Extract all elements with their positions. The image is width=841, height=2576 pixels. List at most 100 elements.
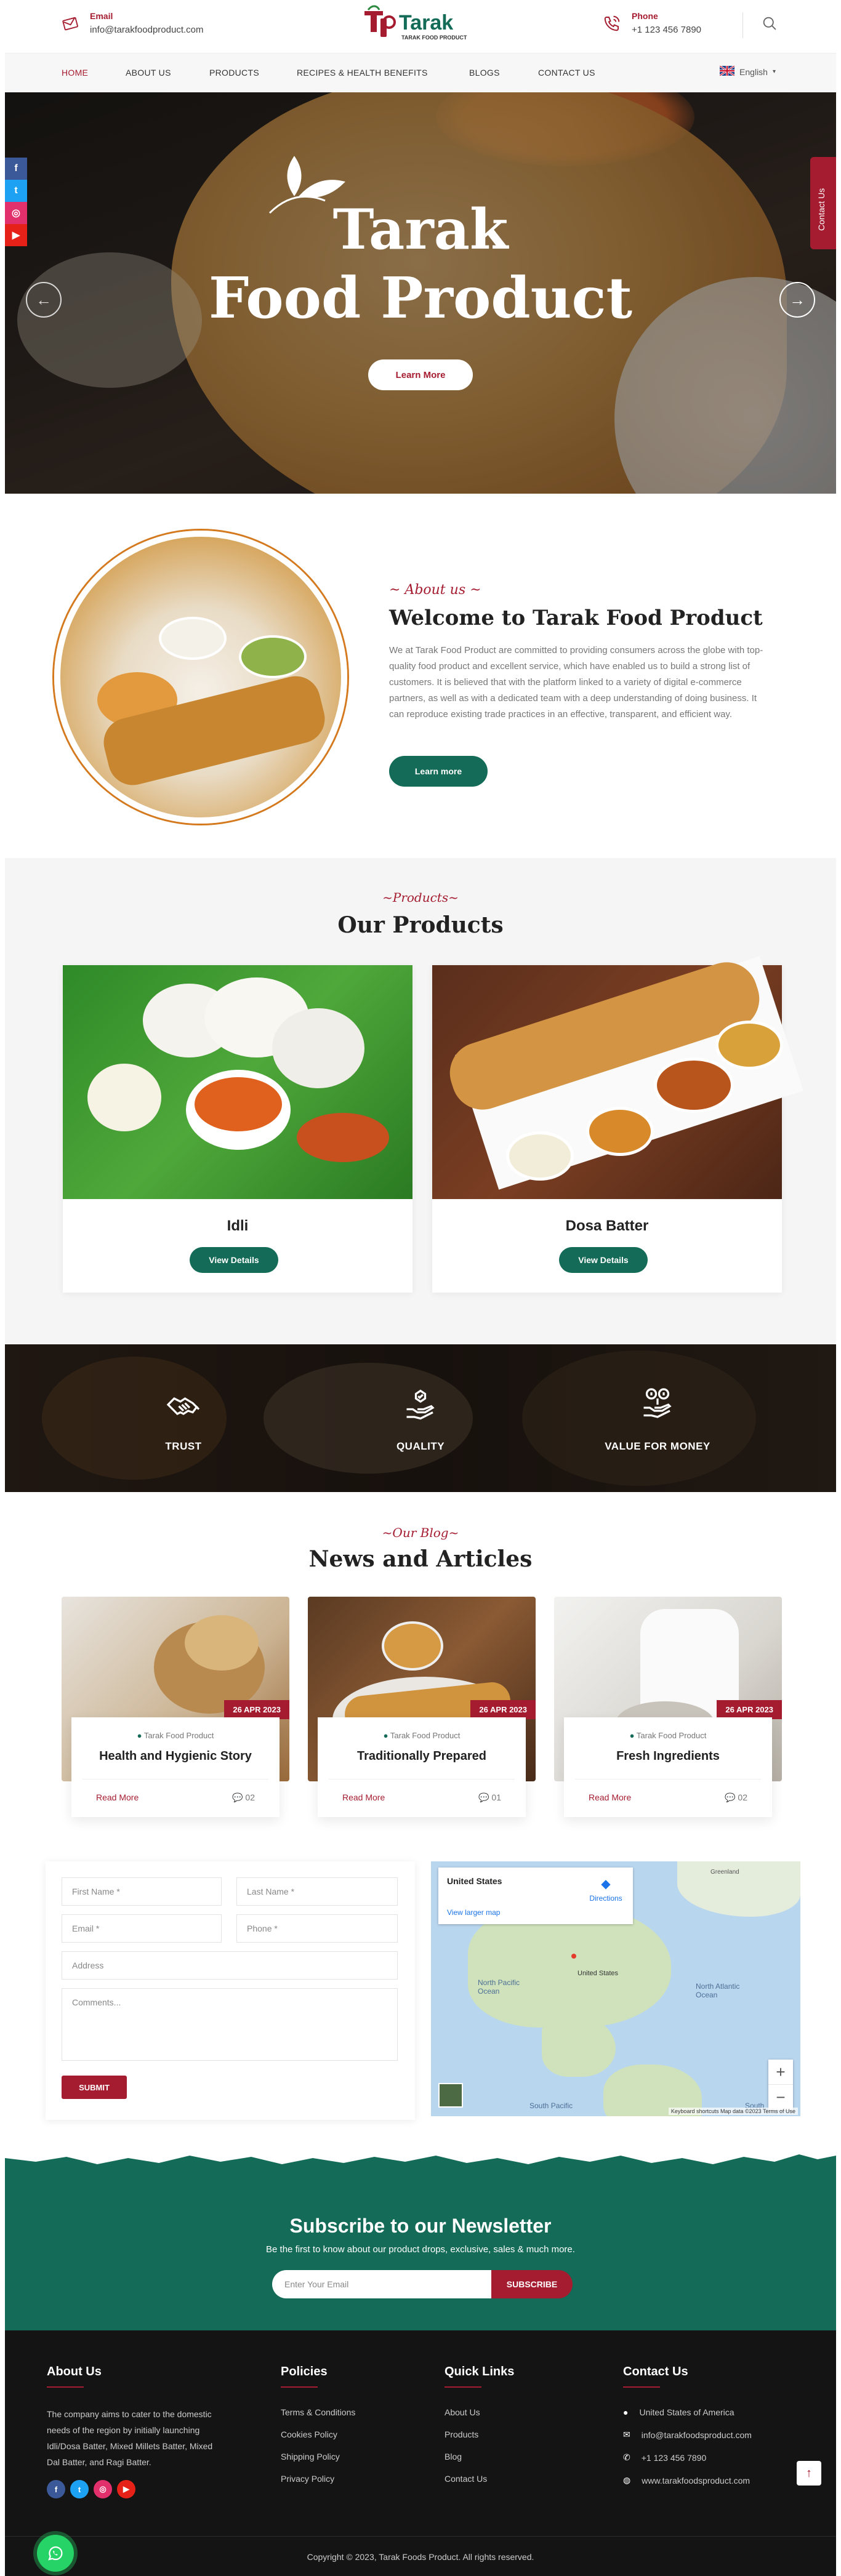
twitter-icon[interactable]: t	[70, 2480, 89, 2498]
email-field[interactable]: Email *	[62, 1914, 222, 1943]
blog-author: ● Tarak Food Product	[71, 1731, 280, 1740]
site-logo[interactable]: Tarak TARAK FOOD PRODUCT	[363, 4, 486, 44]
nav-products[interactable]: PRODUCTS	[209, 68, 259, 78]
facebook-icon[interactable]: f	[5, 158, 27, 180]
phone-field[interactable]: Phone *	[236, 1914, 398, 1943]
email-value[interactable]: info@tarakfoodproduct.com	[90, 25, 204, 35]
footer-email-text: info@tarakfoodsproduct.com	[641, 2430, 752, 2440]
read-more-link[interactable]: Read More	[589, 1792, 631, 1802]
header-divider	[742, 12, 743, 38]
footer-link[interactable]: Privacy Policy	[281, 2474, 355, 2484]
footer-link[interactable]: Blog	[445, 2452, 514, 2462]
footer-website[interactable]: ◍ www.tarakfoodsproduct.com	[623, 2475, 752, 2486]
footer-link[interactable]: About Us	[445, 2407, 514, 2417]
product-card[interactable]: Idli View Details	[63, 965, 412, 1293]
blog-comments[interactable]: 💬 02	[232, 1792, 255, 1803]
site-footer: About Us The company aims to cater to th…	[5, 2330, 836, 2576]
back-to-top-arrow-icon[interactable]: ↑	[797, 2461, 821, 2486]
blog-date-badge: 26 APR 2023	[224, 1700, 289, 1719]
map-satellite-toggle[interactable]	[438, 2083, 463, 2108]
footer-link[interactable]: Shipping Policy	[281, 2452, 355, 2462]
blog-post-title[interactable]: Traditionally Prepared	[318, 1749, 526, 1763]
about-text: We at Tarak Food Product are committed t…	[389, 645, 763, 720]
footer-link[interactable]: Cookies Policy	[281, 2430, 355, 2439]
view-details-button[interactable]: View Details	[190, 1247, 278, 1273]
product-card[interactable]: Dosa Batter View Details	[432, 954, 803, 1293]
first-name-field[interactable]: First Name *	[62, 1877, 222, 1906]
instagram-icon[interactable]: ◎	[5, 202, 27, 224]
phone-block[interactable]: Phone +1 123 456 7890	[601, 11, 701, 35]
footer-quick-links: Quick Links About Us Products Blog Conta…	[445, 2365, 514, 2484]
directions-label: Directions	[589, 1894, 622, 1903]
submit-button[interactable]: SUBMIT	[62, 2076, 127, 2099]
footer-link[interactable]: Products	[445, 2430, 514, 2439]
footer-contact: Contact Us ● United States of America ✉ in…	[623, 2365, 752, 2486]
nav-recipes[interactable]: RECIPES & HEALTH BENEFITS	[297, 68, 428, 78]
product-name: Idli	[227, 1218, 249, 1234]
about-learn-more-button[interactable]: Learn more	[389, 756, 488, 787]
blog-card[interactable]: 26 APR 2023 ● Tarak Food Product Health …	[62, 1597, 289, 1818]
footer-phone[interactable]: ✆ +1 123 456 7890	[623, 2452, 752, 2463]
newsletter-section: Subscribe to our Newsletter Be the first…	[5, 2141, 836, 2330]
user-icon: ●	[137, 1731, 142, 1740]
footer-email[interactable]: ✉ info@tarakfoodsproduct.com	[623, 2430, 752, 2440]
view-details-button[interactable]: View Details	[559, 1247, 648, 1273]
blog-title: News and Articles	[308, 1546, 533, 1572]
blog-post-title[interactable]: Fresh Ingredients	[564, 1749, 772, 1763]
nav-blogs[interactable]: BLOGS	[469, 68, 500, 78]
search-icon[interactable]	[761, 15, 781, 34]
map-directions-button[interactable]: ◆ Directions	[587, 1876, 624, 1903]
footer-social-links: f t ◎ ▶	[47, 2480, 225, 2498]
blog-card[interactable]: 26 APR 2023 ● Tarak Food Product Fresh I…	[554, 1597, 782, 1818]
map-label: Greenland	[710, 1869, 739, 1876]
zoom-in-button[interactable]: +	[768, 2060, 793, 2085]
contact-us-side-tab[interactable]: Contact Us	[810, 157, 836, 249]
nav-about-us[interactable]: ABOUT US	[126, 68, 171, 78]
instagram-icon[interactable]: ◎	[94, 2480, 112, 2498]
youtube-icon[interactable]: ▶	[117, 2480, 135, 2498]
phone-value[interactable]: +1 123 456 7890	[632, 25, 701, 35]
products-title: Our Products	[337, 912, 504, 938]
facebook-icon[interactable]: f	[47, 2480, 65, 2498]
footer-policies-title: Policies	[281, 2365, 328, 2378]
envelope-icon	[59, 12, 81, 34]
footer-contact-title: Contact Us	[623, 2365, 688, 2378]
blog-comments[interactable]: 💬 02	[725, 1792, 747, 1803]
footer-policies: Policies Terms & Conditions Cookies Poli…	[281, 2365, 355, 2484]
blog-post-title[interactable]: Health and Hygienic Story	[71, 1749, 280, 1763]
comments-field[interactable]: Comments...	[62, 1988, 398, 2061]
nav-home[interactable]: HOME	[62, 68, 88, 78]
hero-learn-more-button[interactable]: Learn More	[368, 359, 473, 390]
google-map[interactable]: United States North Pacific Ocean North …	[431, 1861, 800, 2116]
idli-image	[63, 965, 412, 1199]
copyright-text: Copyright © 2023, Tarak Foods Product. A…	[307, 2552, 534, 2562]
hero-next-arrow-icon[interactable]: →	[779, 282, 815, 318]
hero-prev-arrow-icon[interactable]: ←	[26, 282, 62, 318]
youtube-icon[interactable]: ▶	[5, 224, 27, 246]
zoom-out-button[interactable]: −	[768, 2085, 793, 2110]
footer-link[interactable]: Terms & Conditions	[281, 2407, 355, 2417]
comment-count: 02	[245, 1792, 255, 1802]
map-attribution: Keyboard shortcuts Map data ©2023 Terms …	[668, 2108, 798, 2115]
blog-comments[interactable]: 💬 01	[478, 1792, 501, 1803]
footer-link[interactable]: Contact Us	[445, 2474, 514, 2484]
email-block[interactable]: Email info@tarakfoodproduct.com	[59, 11, 204, 35]
address-field[interactable]: Address	[62, 1951, 398, 1980]
twitter-icon[interactable]: t	[5, 180, 27, 202]
view-larger-map-link[interactable]: View larger map	[447, 1908, 500, 1917]
feature-label: QUALITY	[396, 1440, 445, 1452]
nav-contact-us[interactable]: CONTACT US	[538, 68, 595, 78]
blog-card[interactable]: 26 APR 2023 ● Tarak Food Product Traditi…	[308, 1597, 536, 1818]
last-name-field[interactable]: Last Name *	[236, 1877, 398, 1906]
chutney-bowl-decor	[159, 617, 227, 660]
subscribe-button[interactable]: SUBSCRIBE	[491, 2270, 573, 2298]
main-nav: HOME ABOUT US PRODUCTS RECIPES & HEALTH …	[5, 53, 836, 92]
read-more-link[interactable]: Read More	[342, 1792, 385, 1802]
blog-kicker: ~Our Blog~	[382, 1525, 459, 1540]
newsletter-email-input[interactable]: Enter Your Email	[272, 2270, 491, 2298]
language-selector[interactable]: English ▾	[719, 65, 776, 78]
map-label: South Pacific	[529, 2101, 573, 2110]
blog-author-name: Tarak Food Product	[636, 1731, 707, 1740]
read-more-link[interactable]: Read More	[96, 1792, 139, 1802]
whatsapp-icon[interactable]	[37, 2535, 74, 2572]
